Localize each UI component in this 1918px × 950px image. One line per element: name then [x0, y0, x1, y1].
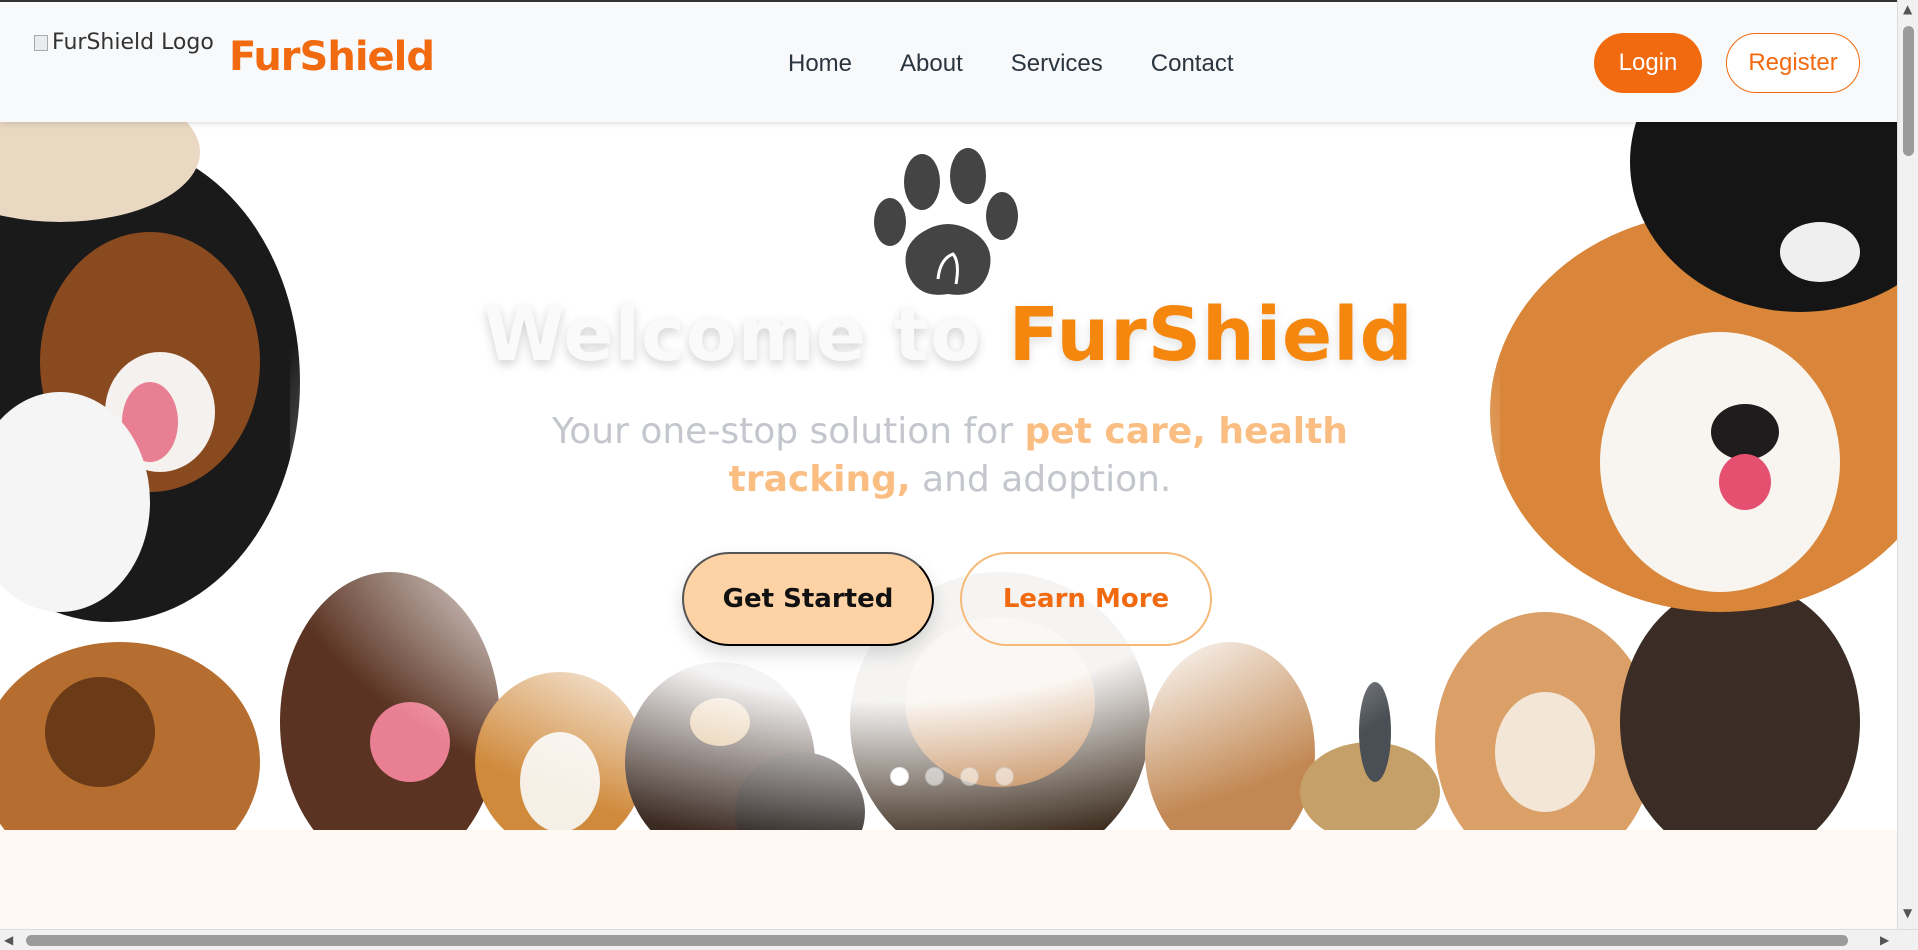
scroll-up-icon[interactable]: ▲	[1903, 2, 1912, 16]
logo-alt-text: FurShield Logo	[52, 30, 214, 55]
paw-icon	[874, 148, 1018, 295]
nav-item-home[interactable]: Home	[788, 50, 852, 78]
register-button[interactable]: Register	[1726, 33, 1860, 93]
subtitle-post: and adoption.	[922, 459, 1172, 500]
page-viewport: FurShield Logo FurShield Home About Serv…	[0, 0, 1897, 929]
horizontal-scroll-thumb[interactable]	[26, 935, 1848, 946]
hero-title: Welcome to FurShield	[0, 292, 1897, 378]
carousel-dot-3[interactable]	[960, 767, 979, 786]
nav-item-contact[interactable]: Contact	[1151, 50, 1234, 78]
scroll-left-icon[interactable]: ◀	[4, 933, 13, 947]
vertical-scrollbar[interactable]: ▲ ▼	[1897, 0, 1918, 929]
site-header: FurShield Logo FurShield Home About Serv…	[0, 0, 1897, 122]
scroll-down-icon[interactable]: ▼	[1903, 906, 1912, 920]
logo-image[interactable]: FurShield Logo	[34, 30, 214, 55]
brand-name[interactable]: FurShield	[229, 34, 435, 80]
broken-image-icon	[34, 34, 48, 51]
horizontal-scrollbar[interactable]: ◀ ▶	[0, 929, 1918, 950]
subtitle-highlight-2: tracking,	[728, 459, 911, 500]
carousel-dot-2[interactable]	[925, 767, 944, 786]
nav-item-services[interactable]: Services	[1011, 50, 1103, 78]
carousel-indicators	[890, 767, 1014, 786]
hero-carousel: Welcome to FurShield Your one-stop solut…	[0, 122, 1897, 830]
hero-subtitle: Your one-stop solution for pet care, hea…	[540, 408, 1360, 504]
carousel-dot-4[interactable]	[995, 767, 1014, 786]
nav-item-about[interactable]: About	[900, 50, 963, 78]
subtitle-pre: Your one-stop solution for	[552, 411, 1014, 452]
carousel-dot-1[interactable]	[890, 767, 909, 786]
vertical-scroll-thumb[interactable]	[1903, 26, 1914, 156]
hero-title-brand: FurShield	[1008, 292, 1414, 378]
learn-more-button[interactable]: Learn More	[960, 552, 1212, 646]
login-button[interactable]: Login	[1594, 33, 1702, 93]
subtitle-highlight-1: pet care, health	[1024, 411, 1348, 452]
hero-title-welcome: Welcome to	[483, 292, 982, 378]
scroll-right-icon[interactable]: ▶	[1880, 933, 1889, 947]
get-started-button[interactable]: Get Started	[682, 552, 934, 646]
main-nav: Home About Services Contact	[788, 50, 1234, 78]
